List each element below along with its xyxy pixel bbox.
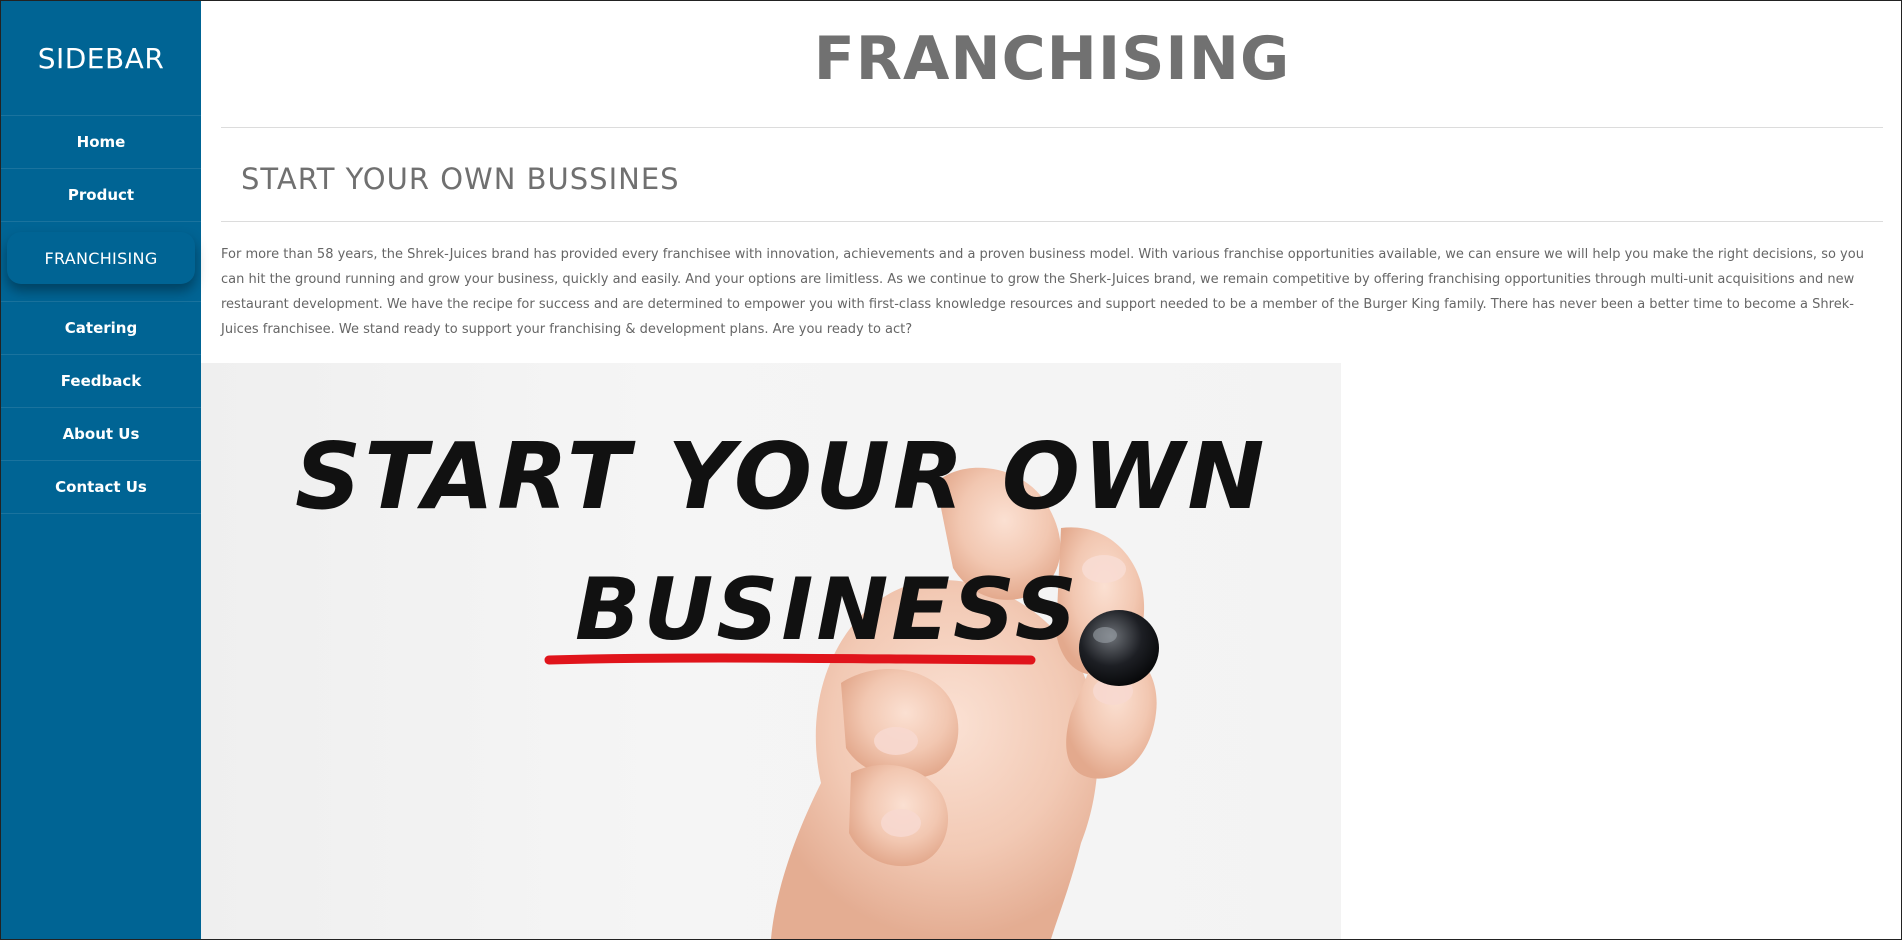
hero-text-line-2: BUSINESS (575, 560, 1080, 660)
body-paragraph: For more than 58 years, the Shrek-Juices… (221, 247, 1864, 337)
sidebar: SIDEBAR Home Product FRANCHISING Caterin… (1, 1, 201, 939)
sidebar-item-franchising-wrap: FRANCHISING (1, 222, 201, 302)
page-title: FRANCHISING (813, 24, 1291, 94)
divider (221, 127, 1883, 128)
sidebar-item-franchising[interactable]: FRANCHISING (7, 232, 195, 284)
sidebar-item-catering[interactable]: Catering (1, 302, 201, 355)
browser-viewport: SIDEBAR Home Product FRANCHISING Caterin… (0, 0, 1902, 940)
sidebar-item-product[interactable]: Product (1, 169, 201, 222)
sidebar-item-about-us[interactable]: About Us (1, 408, 201, 461)
sidebar-item-contact-us[interactable]: Contact Us (1, 461, 201, 514)
sidebar-title: SIDEBAR (1, 1, 201, 116)
main-content: FRANCHISING START YOUR OWN BUSSINES For … (201, 1, 1901, 939)
sidebar-item-home[interactable]: Home (1, 116, 201, 169)
hero-image: START YOUR OWN BUSINESS (201, 363, 1341, 939)
hero-text-line-1: START YOUR OWN (295, 423, 1268, 530)
divider (221, 221, 1883, 222)
sidebar-item-feedback[interactable]: Feedback (1, 355, 201, 408)
section-title: START YOUR OWN BUSSINES (241, 162, 680, 196)
